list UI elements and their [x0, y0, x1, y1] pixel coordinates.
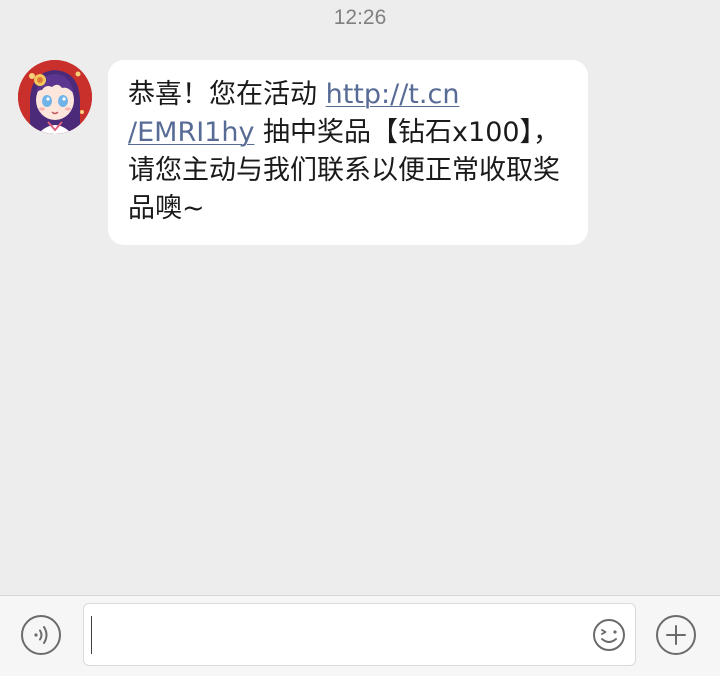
- text-cursor: [91, 616, 92, 654]
- message-timestamp: 12:26: [333, 6, 387, 29]
- more-options-button[interactable]: [656, 615, 696, 655]
- voice-input-button[interactable]: [21, 615, 61, 655]
- chat-input-bar: [0, 595, 720, 676]
- message-link-line1: http://t.cn: [325, 79, 460, 110]
- message-input[interactable]: [83, 603, 636, 666]
- voice-icon: [34, 626, 48, 644]
- message-link-line2: /EMRI1hy: [128, 117, 255, 148]
- plus-icon: [666, 625, 686, 645]
- emoji-icon: [593, 619, 625, 651]
- avatar-illustration: [18, 60, 92, 134]
- sender-avatar[interactable]: [18, 60, 92, 134]
- emoji-button[interactable]: [592, 618, 626, 652]
- message-bubble[interactable]: 恭喜！您在活动 http://t.cn/EMRI1hy 抽中奖品【钻石x100】…: [108, 60, 588, 245]
- message-text-before: 恭喜！您在活动: [128, 79, 326, 110]
